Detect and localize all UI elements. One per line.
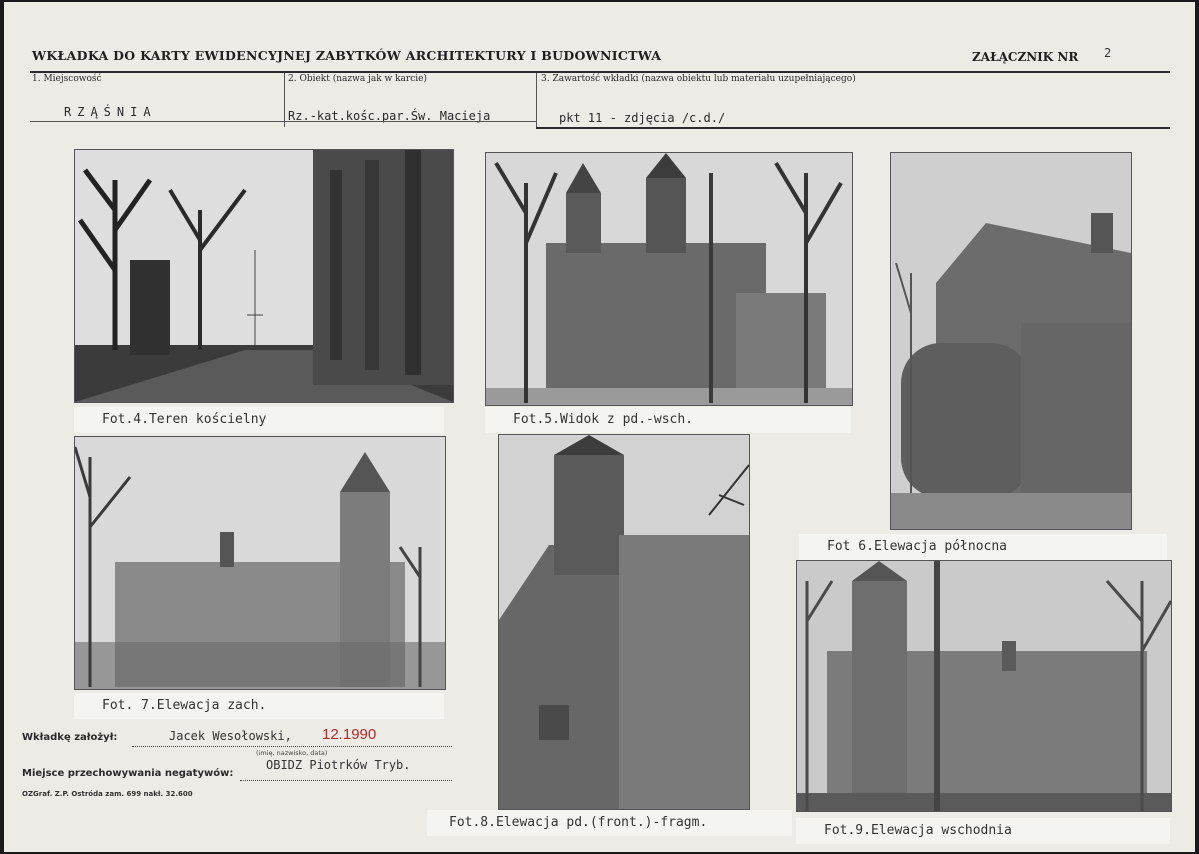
signature-line: [132, 746, 452, 747]
photo-north-elevation: [890, 152, 1132, 530]
object-label: 2. Obiekt (nazwa jak w karcie): [288, 74, 427, 84]
photo-west-elevation: [74, 436, 446, 690]
content-label: 3. Zawartość wkładki (nazwa obiektu lub …: [541, 74, 856, 84]
negatives-storage-value: OBIDZ Piotrków Tryb.: [266, 758, 411, 772]
prepared-date: 12.1990: [322, 726, 377, 743]
photo-caption: Fot.4.Teren kościelny: [74, 407, 444, 433]
prepared-by-value: Jacek Wesołowski,: [169, 729, 292, 743]
field-divider: [536, 73, 537, 127]
photo-caption: Fot.9.Elewacja wschodnia: [796, 818, 1170, 844]
print-note: OZGraf. Z.P. Ostróda zam. 699 nakł. 32.6…: [22, 790, 193, 798]
fields-rule: [536, 127, 1170, 129]
header-rule: [30, 71, 1170, 73]
photo-caption: Fot. 7.Elewacja zach.: [74, 693, 444, 719]
photo-east-elevation: [796, 560, 1172, 812]
content-value: pkt 11 - zdjęcia /c.d./: [559, 111, 726, 125]
photo-church-grounds: [74, 149, 454, 403]
negatives-storage-label: Miejsce przechowywania negatywów:: [22, 768, 234, 779]
storage-line: [240, 780, 452, 781]
photo-caption: Fot 6.Elewacja północna: [799, 534, 1167, 560]
prepared-note: (imię, nazwisko, data): [256, 749, 328, 757]
annex-label: ZAŁĄCZNIK NR: [972, 50, 1079, 64]
fields-rule: [30, 121, 536, 122]
record-sheet: WKŁADKA DO KARTY EWIDENCYJNEJ ZABYTKÓW A…: [4, 2, 1195, 852]
field-divider: [284, 73, 285, 127]
locality-label: 1. Miejscowość: [32, 74, 102, 84]
photo-southeast-view: [485, 152, 853, 406]
prepared-by-label: Wkładkę założył:: [22, 732, 118, 743]
photo-caption: Fot.8.Elewacja pd.(front.)-fragm.: [427, 810, 792, 836]
locality-value: RZĄŚNIA: [64, 105, 157, 119]
annex-number: 2: [1104, 46, 1112, 60]
photo-caption: Fot.5.Widok z pd.-wsch.: [485, 407, 851, 433]
sheet-title: WKŁADKA DO KARTY EWIDENCYJNEJ ZABYTKÓW A…: [32, 48, 662, 63]
photo-south-facade-fragment: [498, 434, 750, 810]
